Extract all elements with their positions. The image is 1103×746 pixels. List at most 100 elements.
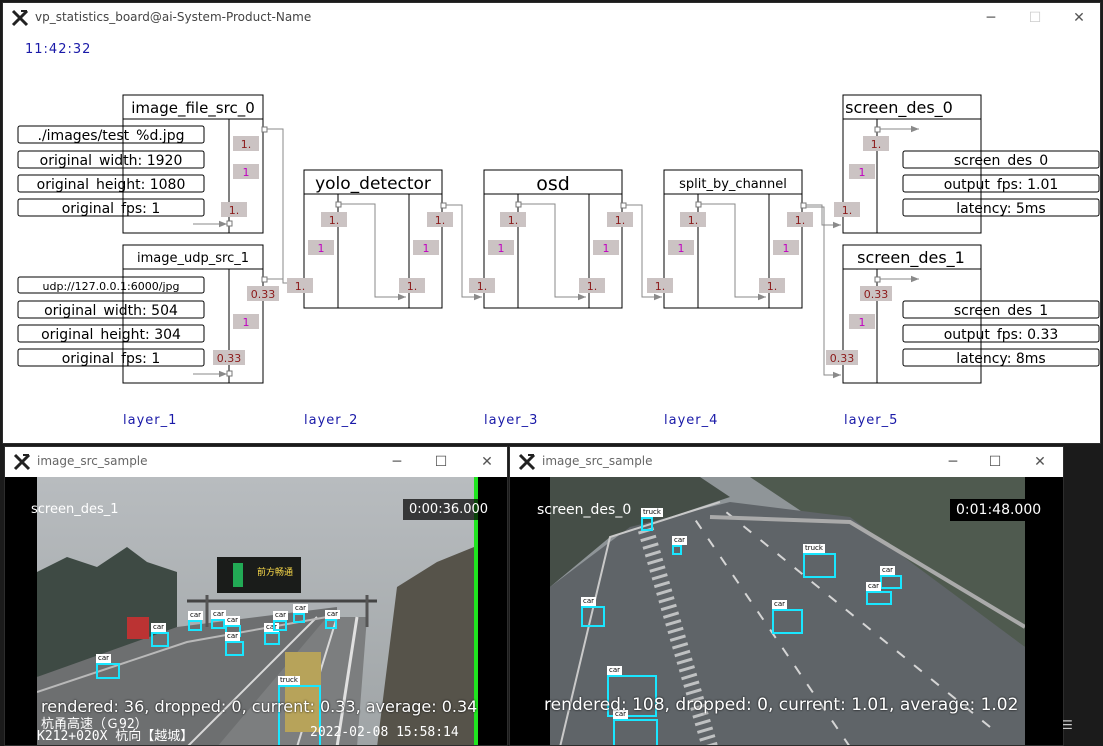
detection-box: car [772,600,803,634]
window-title: image_src_sample [37,454,148,468]
port-value: 1. [767,280,778,293]
close-button[interactable]: ✕ [1028,453,1052,471]
desktop-background [1065,446,1103,746]
queue-value: 1 [498,242,505,255]
render-stats: rendered: 36, dropped: 0, current: 0.33,… [41,697,478,716]
camera-date-text: 2022-02-08 15:58:14 [310,725,459,740]
node-title: image_udp_src_1 [137,251,249,266]
port-value: 1. [508,214,519,227]
queue-value: 1 [243,316,250,329]
detection-box: car [866,582,892,605]
queue-value: 1 [423,242,430,255]
detection-box: car [581,597,605,627]
port-value: 1. [295,280,306,293]
detection-box: truck [641,508,663,531]
detection-box: car [613,710,658,745]
close-button[interactable]: ✕ [475,453,499,471]
detection-box: car [188,611,204,631]
detection-box: car [225,632,244,656]
port-value: 1. [615,214,626,227]
title-bar[interactable]: vp_statistics_board@ai-System-Product-Na… [3,3,1100,33]
detection-box: car [672,536,688,555]
pipeline-canvas: 11:42:32 image_file_src_0 ./images/test_… [17,42,1100,428]
node-property: original_fps: 1 [62,201,161,217]
x11-icon [11,9,29,27]
maximize-button[interactable]: ☐ [983,453,1007,471]
layer-label: layer_1 [123,413,177,428]
node-property: output_fps: 1.01 [944,177,1059,193]
node-property: screen_des_1 [954,303,1048,319]
port-value: 1. [477,280,488,293]
port-value: 1. [871,138,882,151]
window-title: image_src_sample [542,454,653,468]
detection-box: car [273,611,289,631]
camera-km-text: K212+020X 杭向【越城】 [37,729,194,744]
render-stats: rendered: 108, dropped: 0, current: 1.01… [544,695,1019,715]
port-value: 1. [842,204,853,217]
close-button[interactable]: ✕ [1067,9,1091,27]
node-property: latency: 8ms [956,351,1045,367]
sample-window-left: image_src_sample ─ ☐ ✕ 前方畅通 car car car … [4,446,508,746]
port-value: 1. [407,280,418,293]
layer-label: layer_4 [664,413,718,428]
node-property: latency: 5ms [956,201,1045,217]
port-value: 1. [655,280,666,293]
minimize-button[interactable]: ─ [941,453,965,471]
node-property: original_width: 1920 [40,153,183,169]
node-property: output_fps: 0.33 [944,327,1059,343]
port-value: 1. [795,214,806,227]
detection-box: car [325,610,341,629]
minimize-button[interactable]: ─ [979,9,1003,27]
keyboard-icon[interactable]: ☰ [1062,718,1078,732]
highway-sign-text: 前方畅通 [257,568,294,578]
detection-box: car [211,610,227,629]
port-value: 0.33 [830,352,855,365]
node-title: yolo_detector [315,174,431,194]
statistics-board-window: vp_statistics_board@ai-System-Product-Na… [2,2,1101,444]
video-frame: truck car truck car car car car car car … [510,477,1063,745]
node-property: original_fps: 1 [62,351,161,367]
queue-value: 1 [318,242,325,255]
node-title: image_file_src_0 [131,99,255,118]
detection-box: car [880,566,902,589]
node-title: screen_des_0 [845,98,953,118]
port-value: 0.33 [251,288,276,301]
node-title: osd [536,173,570,195]
port-value: 1. [229,204,240,217]
maximize-button[interactable]: ☐ [429,453,453,471]
port-value: 1. [329,214,340,227]
port-value: 0.33 [864,288,889,301]
node-property: original_width: 504 [44,303,178,319]
queue-value: 1 [859,316,866,329]
node-property: ./images/test_%d.jpg [38,128,185,144]
title-bar[interactable]: image_src_sample ─ ☐ ✕ [510,447,1063,477]
node-property: original_height: 304 [41,327,181,343]
detection-box: car [96,654,120,679]
minimize-button[interactable]: ─ [385,453,409,471]
detection-box: truck [803,544,836,578]
node-property: screen_des_0 [954,153,1048,169]
port-value: 1. [241,138,252,151]
queue-value: 1 [783,242,790,255]
node-title: screen_des_1 [857,248,965,268]
port-value: 1. [587,280,598,293]
node-title: split_by_channel [679,177,787,192]
queue-value: 1 [603,242,610,255]
layer-label: layer_5 [844,413,898,428]
queue-value: 1 [859,166,866,179]
detection-box: car [293,604,309,623]
port-value: 1. [435,214,446,227]
detection-box: car [151,623,169,647]
detection-box: car [264,623,280,645]
port-value: 0.33 [217,352,242,365]
timecode: 0:01:48.000 [950,499,1048,521]
layer-label: layer_3 [484,413,538,428]
timecode: 0:00:36.000 [403,499,495,520]
x11-icon [13,453,31,471]
queue-value: 1 [678,242,685,255]
maximize-button[interactable]: ☐ [1023,9,1047,27]
sample-window-right: image_src_sample ─ ☐ ✕ truck car truck c… [509,446,1064,746]
x11-icon [518,453,536,471]
title-bar[interactable]: image_src_sample ─ ☐ ✕ [5,447,507,477]
node-property: original_height: 1080 [37,177,186,193]
